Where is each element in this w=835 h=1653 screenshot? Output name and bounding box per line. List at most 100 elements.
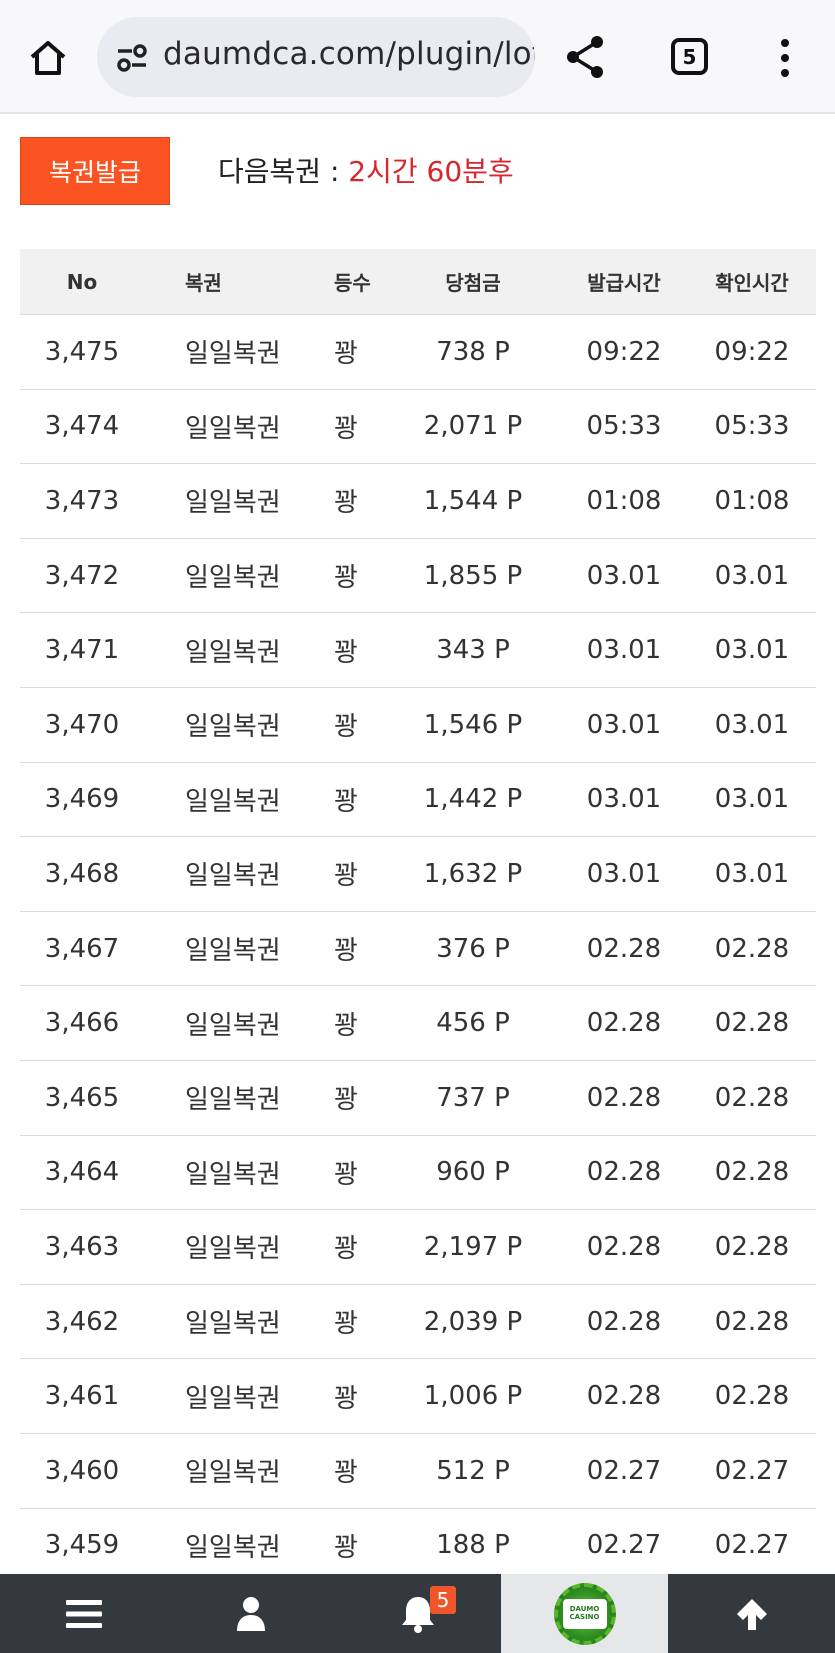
header-lottery: 복권 <box>185 271 222 295</box>
row-prize: 456 P <box>436 1008 510 1039</box>
table-row: 3,474 일일복권 꽝 2,071 P 05:33 05:33 <box>20 390 816 465</box>
row-prize: 1,442 P <box>423 784 523 815</box>
row-checked-time: 03.01 <box>714 560 790 591</box>
row-checked-time: 02.28 <box>714 1381 790 1412</box>
header-prize: 당첨금 <box>445 271 501 295</box>
row-issued-time: 02.27 <box>586 1530 662 1561</box>
row-checked-time: 02.27 <box>714 1530 790 1561</box>
row-prize: 188 P <box>436 1530 510 1561</box>
table-row: 3,469 일일복권 꽝 1,442 P 03.01 03.01 <box>20 763 816 838</box>
row-lottery-name: 일일복권 <box>185 1458 281 1489</box>
row-no: 3,473 <box>44 485 120 516</box>
row-lottery-name: 일일복권 <box>185 413 281 444</box>
row-no: 3,461 <box>44 1381 120 1412</box>
lottery-history-table: No 복권 등수 당첨금 발급시간 확인시간 3,475 일일복권 꽝 738 P 09… <box>20 249 816 1584</box>
row-issued-time: 02.28 <box>586 1082 662 1113</box>
row-checked-time: 02.28 <box>714 1231 790 1262</box>
user-icon <box>236 1596 265 1631</box>
table-body: 3,475 일일복권 꽝 738 P 09:22 09:22 3,474 일일복권 꽝 2,071… <box>20 315 816 1584</box>
row-prize: 343 P <box>436 635 510 666</box>
row-rank: 꽝 <box>334 637 358 668</box>
tab-switcher-button[interactable]: 5 <box>671 38 708 75</box>
header-rank: 등수 <box>334 271 371 295</box>
row-checked-time: 09:22 <box>714 336 790 367</box>
arrow-up-icon <box>736 1598 767 1630</box>
row-rank: 꽝 <box>334 1159 358 1190</box>
row-lottery-name: 일일복권 <box>185 1383 281 1414</box>
row-issued-time: 03.01 <box>586 560 662 591</box>
row-rank: 꽝 <box>334 786 358 817</box>
row-issued-time: 02.28 <box>586 933 662 964</box>
table-row: 3,471 일일복권 꽝 343 P 03.01 03.01 <box>20 613 816 688</box>
table-row: 3,465 일일복권 꽝 737 P 02.28 02.28 <box>20 1061 816 1136</box>
header-issued-time: 발급시간 <box>587 271 661 295</box>
row-checked-time: 02.28 <box>714 933 790 964</box>
notification-badge: 5 <box>430 1586 456 1614</box>
row-prize: 376 P <box>436 933 510 964</box>
row-lottery-name: 일일복권 <box>185 786 281 817</box>
row-checked-time: 01:08 <box>714 485 790 516</box>
row-no: 3,465 <box>44 1082 120 1113</box>
row-lottery-name: 일일복권 <box>185 339 281 370</box>
row-issued-time: 03.01 <box>586 635 662 666</box>
table-header: No 복권 등수 당첨금 발급시간 확인시간 <box>20 249 816 315</box>
row-no: 3,463 <box>44 1231 120 1262</box>
share-icon <box>567 36 603 78</box>
nav-menu-button[interactable] <box>0 1574 167 1653</box>
row-lottery-name: 일일복권 <box>185 488 281 519</box>
row-no: 3,474 <box>44 411 120 442</box>
row-issued-time: 09:22 <box>586 336 662 367</box>
nav-casino-logo[interactable]: DAUMO CASINO <box>501 1574 668 1653</box>
site-settings-icon[interactable] <box>115 41 149 75</box>
next-lottery-countdown: 2시간 60분후 <box>348 155 514 188</box>
header-no: No <box>66 269 98 294</box>
url-text: daumdca.com/plugin/lot <box>163 36 535 72</box>
next-lottery-info: 다음복권 : 2시간 60분후 <box>218 150 514 190</box>
address-bar[interactable]: daumdca.com/plugin/lot <box>97 17 535 97</box>
share-button[interactable] <box>563 33 611 81</box>
table-row: 3,466 일일복권 꽝 456 P 02.28 02.28 <box>20 986 816 1061</box>
row-checked-time: 05:33 <box>714 411 790 442</box>
row-checked-time: 03.01 <box>714 635 790 666</box>
row-rank: 꽝 <box>334 1085 358 1116</box>
row-no: 3,466 <box>44 1008 120 1039</box>
table-row: 3,463 일일복권 꽝 2,197 P 02.28 02.28 <box>20 1210 816 1285</box>
row-checked-time: 02.28 <box>714 1157 790 1188</box>
row-issued-time: 02.27 <box>586 1455 662 1486</box>
row-lottery-name: 일일복권 <box>185 637 281 668</box>
row-lottery-name: 일일복권 <box>185 712 281 743</box>
row-prize: 1,546 P <box>423 709 523 740</box>
row-rank: 꽝 <box>334 1458 358 1489</box>
row-checked-time: 02.28 <box>714 1082 790 1113</box>
row-lottery-name: 일일복권 <box>185 1159 281 1190</box>
row-issued-time: 02.28 <box>586 1008 662 1039</box>
next-lottery-label: 다음복권 : <box>218 155 349 188</box>
row-prize: 2,039 P <box>423 1306 523 1337</box>
row-lottery-name: 일일복권 <box>185 861 281 892</box>
row-lottery-name: 일일복권 <box>185 936 281 967</box>
row-no: 3,459 <box>44 1530 120 1561</box>
row-issued-time: 03.01 <box>586 784 662 815</box>
row-prize: 512 P <box>436 1455 510 1486</box>
row-lottery-name: 일일복권 <box>185 1234 281 1265</box>
table-row: 3,472 일일복권 꽝 1,855 P 03.01 03.01 <box>20 539 816 614</box>
row-rank: 꽝 <box>334 339 358 370</box>
row-rank: 꽝 <box>334 1532 358 1563</box>
table-row: 3,464 일일복권 꽝 960 P 02.28 02.28 <box>20 1136 816 1211</box>
nav-scroll-top-button[interactable] <box>668 1574 835 1653</box>
row-rank: 꽝 <box>334 712 358 743</box>
nav-notification-button[interactable]: 5 <box>334 1574 501 1653</box>
row-issued-time: 02.28 <box>586 1231 662 1262</box>
issue-lottery-button[interactable]: 복권발급 <box>20 137 170 205</box>
nav-user-button[interactable] <box>167 1574 334 1653</box>
home-button[interactable] <box>24 34 72 82</box>
row-checked-time: 02.28 <box>714 1306 790 1337</box>
row-no: 3,469 <box>44 784 120 815</box>
table-row: 3,462 일일복권 꽝 2,039 P 02.28 02.28 <box>20 1285 816 1360</box>
row-no: 3,468 <box>44 858 120 889</box>
row-lottery-name: 일일복권 <box>185 1085 281 1116</box>
row-prize: 1,855 P <box>423 560 523 591</box>
table-row: 3,460 일일복권 꽝 512 P 02.27 02.27 <box>20 1434 816 1509</box>
more-menu-icon[interactable] <box>770 35 800 81</box>
row-no: 3,475 <box>44 336 120 367</box>
